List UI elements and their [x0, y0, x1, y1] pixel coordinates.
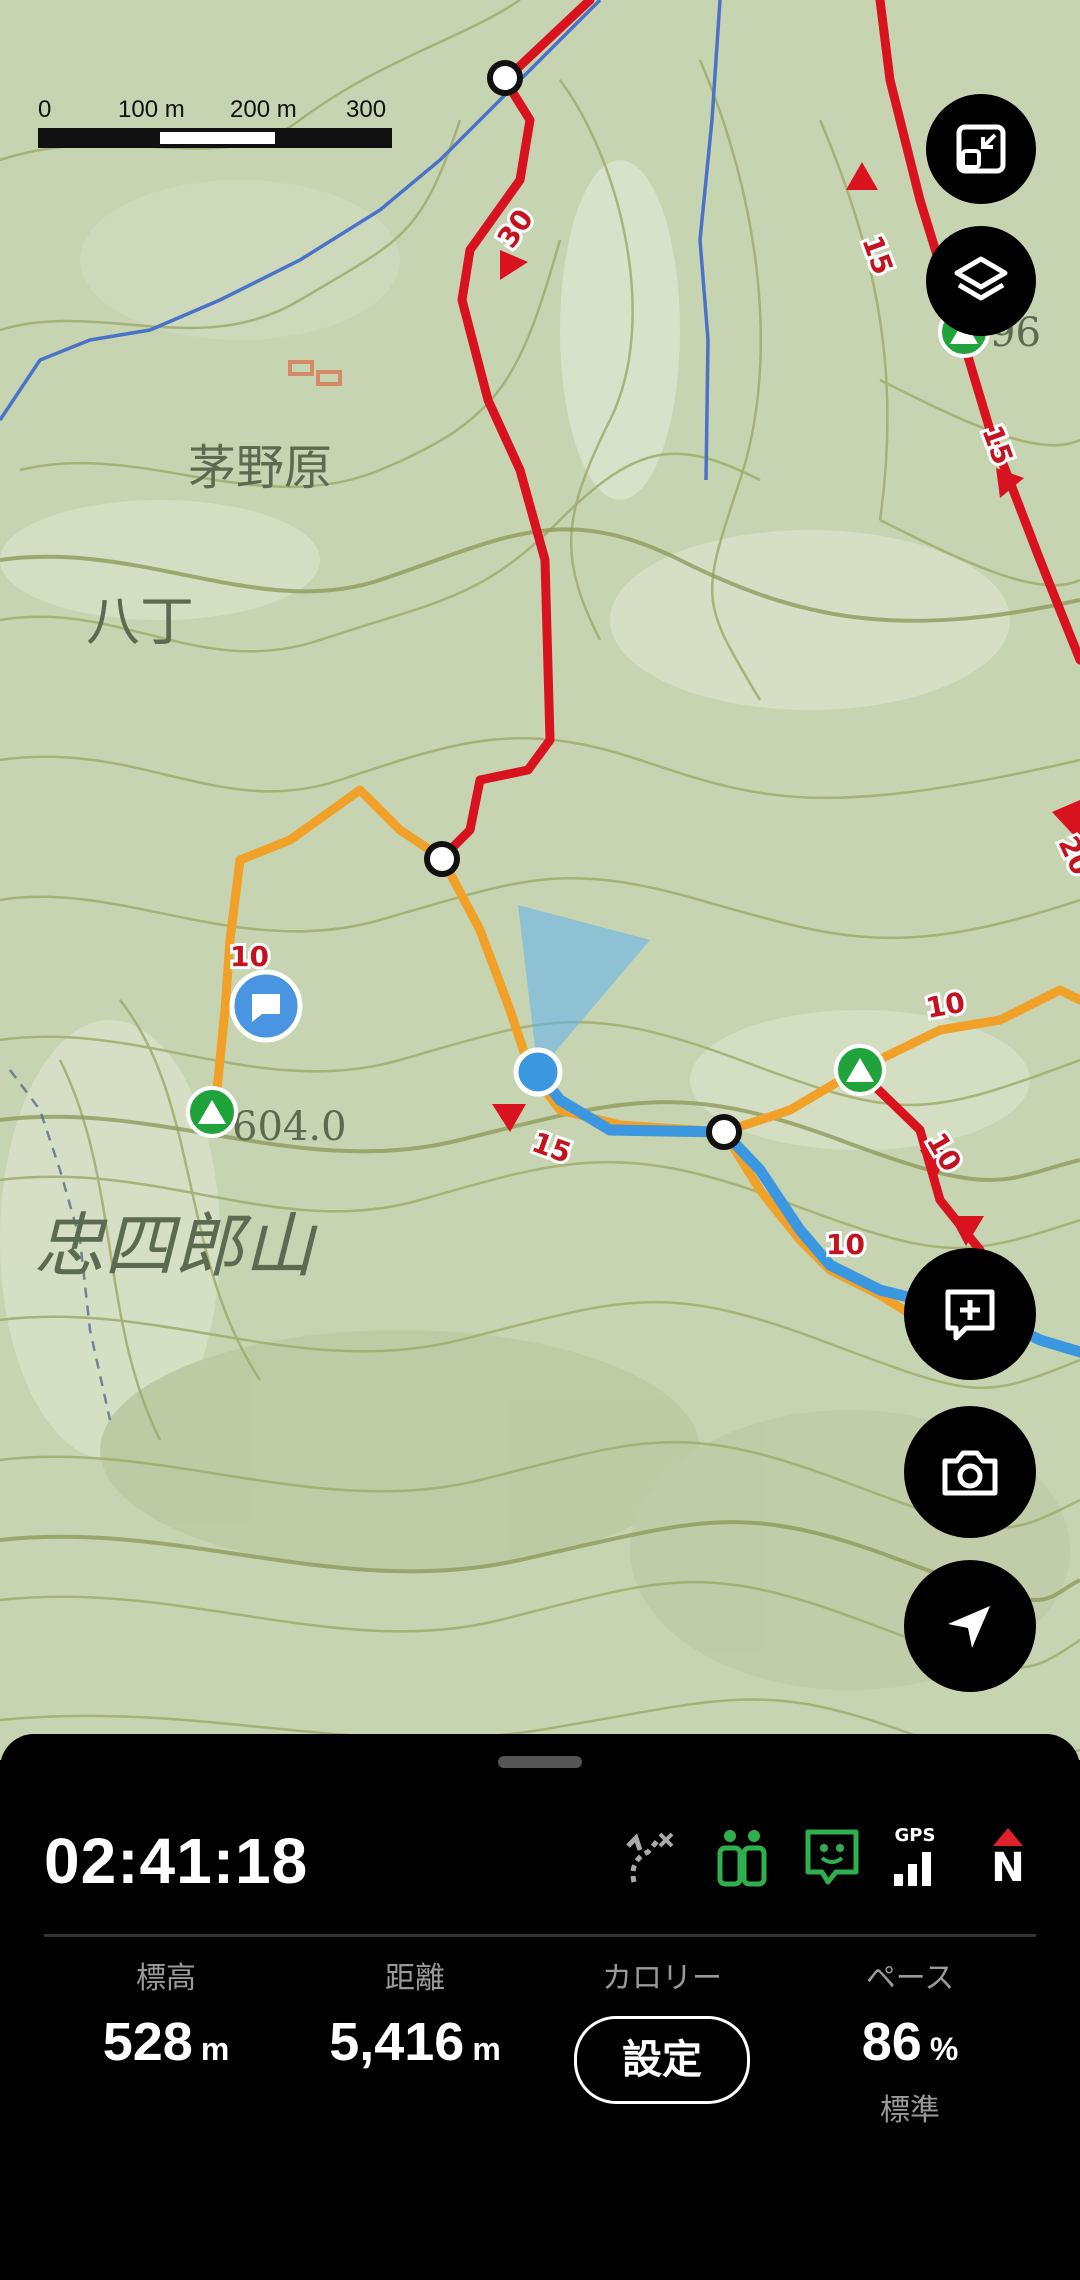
layers-button[interactable] — [926, 226, 1036, 336]
elapsed-timer: 02:41:18 — [44, 1825, 309, 1897]
message-icon[interactable] — [802, 1826, 862, 1890]
stat-distance: 距離 5,416 m — [300, 1958, 530, 2083]
calorie-settings-button[interactable]: 設定 — [574, 2016, 750, 2104]
compass-north-icon[interactable]: N — [978, 1826, 1038, 1890]
mountain-marker-icon — [186, 1086, 238, 1138]
divider — [44, 1934, 1036, 1937]
scale-tick: 100 m — [118, 96, 185, 123]
scale-tick: 200 m — [230, 96, 297, 123]
stat-label: ペース — [865, 1961, 955, 1996]
stat-calories: カロリー 設定 — [562, 1958, 762, 2104]
map-fit-icon — [956, 124, 1006, 174]
gps-signal-icon[interactable]: GPS — [890, 1826, 950, 1890]
time-label: 10 — [230, 940, 269, 973]
stat-label: 距離 — [385, 1961, 445, 1996]
status-icons: GPS N — [620, 1826, 1040, 1896]
time-label: 10 — [826, 1228, 865, 1261]
message-marker-icon — [229, 969, 303, 1043]
stat-label: 標高 — [136, 1961, 196, 1996]
stat-label: カロリー — [602, 1961, 722, 1996]
elevation-label: 604.0 — [232, 1104, 347, 1150]
add-note-button[interactable] — [904, 1248, 1036, 1380]
camera-button[interactable] — [904, 1406, 1036, 1538]
scale-bar: 0 100 m 200 m 300 m — [38, 96, 392, 151]
layers-icon — [954, 256, 1008, 301]
stat-pace: ペース 86% 標準 — [810, 1958, 1010, 2129]
pace-status: 標準 — [880, 2093, 940, 2128]
tracking-panel: 02:41:18 GPS N 標高 528 m 距離 5,416 m カロリー … — [0, 1734, 1080, 2280]
off-route-icon[interactable] — [620, 1826, 680, 1890]
scale-bar-graphic — [38, 128, 392, 148]
place-label: 八丁 — [86, 590, 194, 653]
add-note-icon — [945, 1289, 995, 1341]
scale-tick: 0 — [38, 96, 52, 123]
navigation-button[interactable] — [904, 1560, 1036, 1692]
drag-handle[interactable] — [498, 1756, 582, 1768]
place-label: 茅野原 — [188, 440, 332, 496]
time-label: 10 — [923, 986, 967, 1025]
navigation-arrow-icon — [948, 1606, 990, 1648]
stat-value: 5,416 m — [329, 2012, 501, 2072]
companions-icon[interactable] — [712, 1826, 772, 1890]
gps-label: GPS — [894, 1825, 936, 1846]
compass-label: N — [991, 1845, 1025, 1891]
mountain-marker-icon — [834, 1044, 886, 1096]
stat-value: 86% — [861, 2012, 959, 2072]
place-label: 忠四郎山 — [34, 1205, 318, 1287]
stat-value: 528 m — [102, 2012, 230, 2072]
stat-elevation: 標高 528 m — [66, 1958, 266, 2083]
current-location-icon — [513, 1047, 563, 1097]
camera-icon — [942, 1450, 998, 1496]
map-fit-button[interactable] — [926, 94, 1036, 204]
